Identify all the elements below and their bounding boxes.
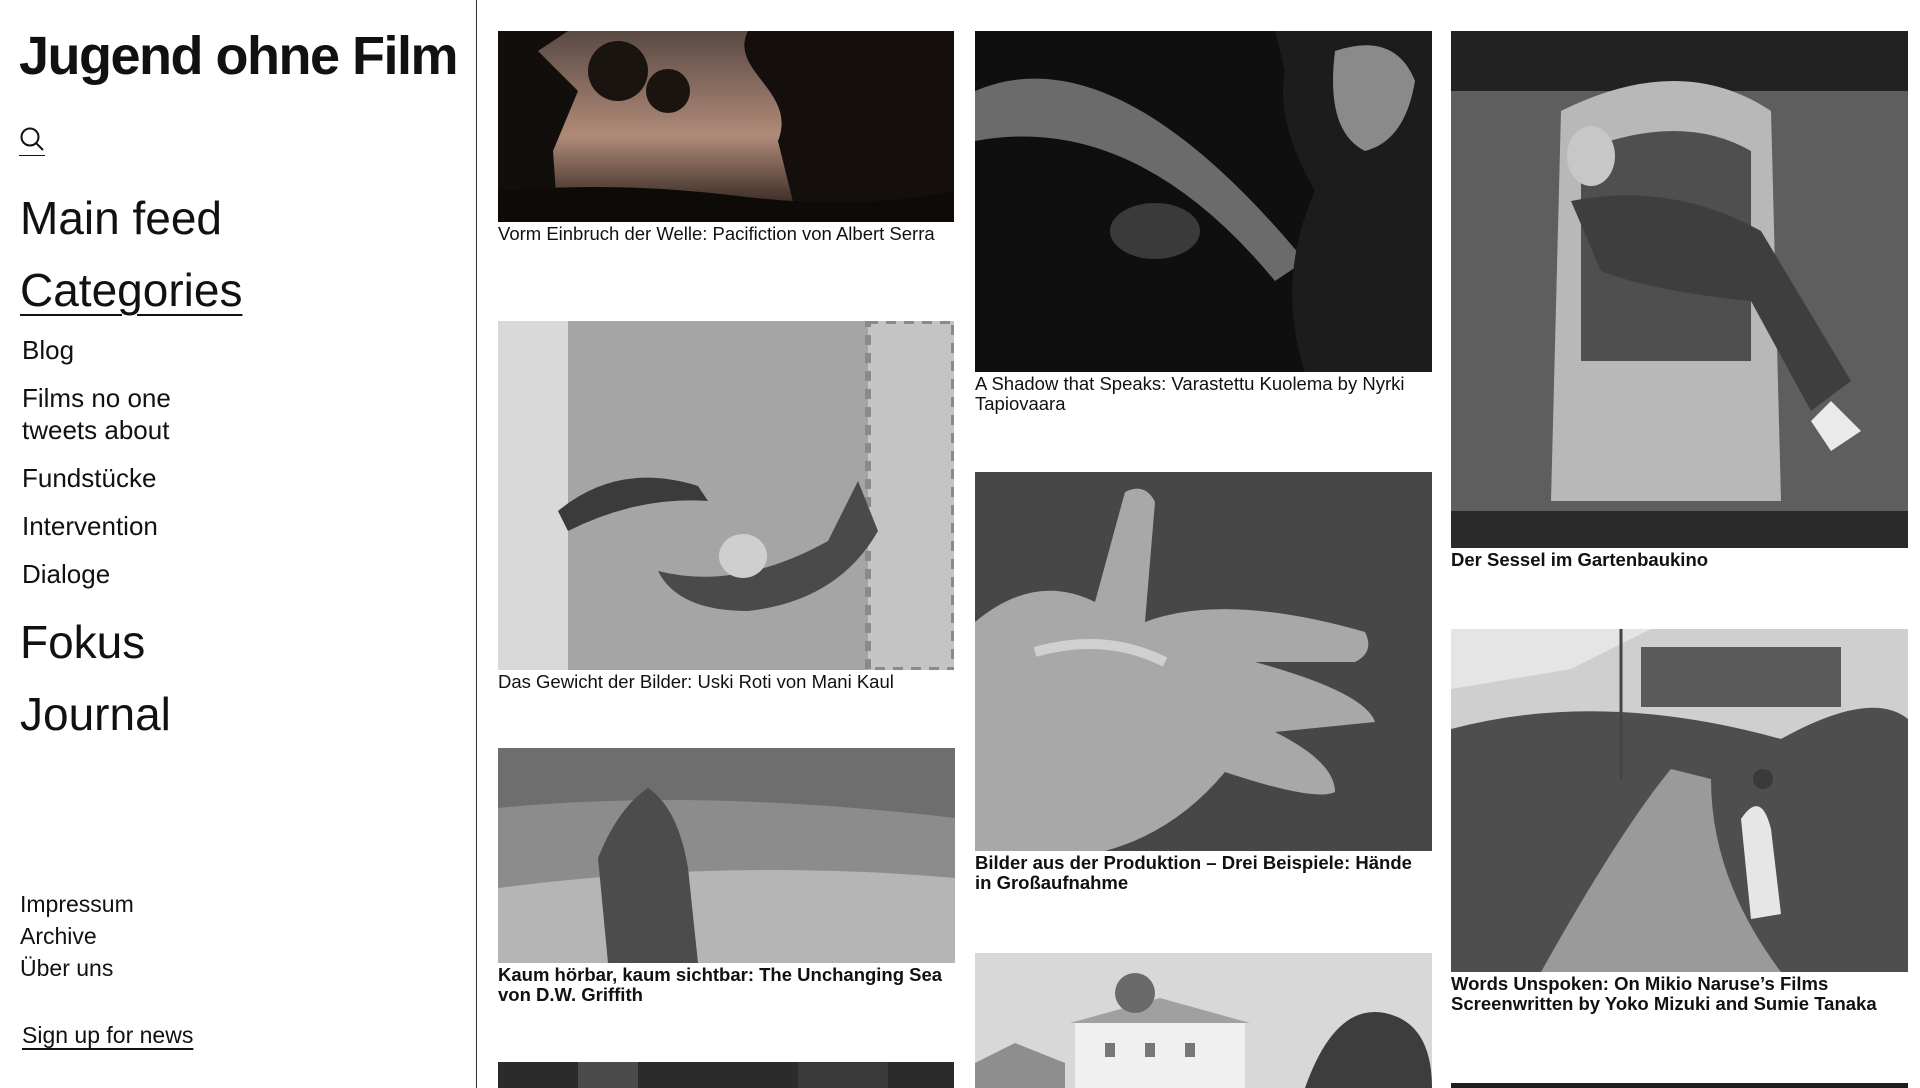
article-card[interactable]: Words Unspoken: On Mikio Naruse’s Films … (1451, 629, 1908, 1014)
sidebar: Jugend ohne Film Main feed Categories Bl… (0, 0, 477, 1088)
article-title[interactable]: A Shadow that Speaks: Varastettu Kuolema… (975, 374, 1432, 414)
category-dialoge[interactable]: Dialoge (22, 558, 242, 590)
main-navigation: Main feed Categories Blog Films no one t… (20, 182, 242, 750)
article-title[interactable]: Der Sessel im Gartenbaukino (1451, 550, 1908, 570)
article-thumbnail (498, 1062, 954, 1088)
article-card[interactable]: Kaum hörbar, kaum sichtbar: The Unchangi… (498, 748, 955, 1005)
article-card[interactable]: Vorm Einbruch der Welle: Pacifiction von… (498, 31, 954, 244)
article-card[interactable] (975, 953, 1432, 1088)
nav-main-feed[interactable]: Main feed (20, 182, 242, 254)
article-thumbnail (1451, 629, 1908, 972)
article-card[interactable] (1451, 1083, 1908, 1088)
footer-links: Impressum Archive Über uns (20, 888, 134, 984)
category-list: Blog Films no one tweets about Fundstück… (22, 334, 242, 590)
article-title[interactable]: Words Unspoken: On Mikio Naruse’s Films … (1451, 974, 1908, 1014)
category-intervention[interactable]: Intervention (22, 510, 242, 542)
footer-link-impressum[interactable]: Impressum (20, 888, 134, 920)
category-blog[interactable]: Blog (22, 334, 242, 366)
search-icon (20, 127, 44, 151)
category-fundstuecke[interactable]: Fundstücke (22, 462, 242, 494)
newsletter-signup-link[interactable]: Sign up for news (22, 1019, 193, 1051)
article-thumbnail (975, 31, 1432, 372)
search-button[interactable] (19, 126, 45, 156)
article-card[interactable]: Das Gewicht der Bilder: Uski Roti von Ma… (498, 321, 954, 692)
main-feed: Vorm Einbruch der Welle: Pacifiction von… (478, 0, 1920, 1088)
article-thumbnail (1451, 31, 1908, 548)
article-title[interactable]: Bilder aus der Produktion – Drei Beispie… (975, 853, 1432, 893)
article-thumbnail (975, 953, 1432, 1088)
article-card[interactable]: Der Sessel im Gartenbaukino (1451, 31, 1908, 570)
category-films-no-one-tweets-about[interactable]: Films no one tweets about (22, 382, 222, 446)
footer-link-archive[interactable]: Archive (20, 920, 134, 952)
article-card[interactable]: Bilder aus der Produktion – Drei Beispie… (975, 472, 1432, 893)
site-title[interactable]: Jugend ohne Film (19, 24, 459, 88)
nav-journal[interactable]: Journal (20, 678, 242, 750)
article-thumbnail (498, 321, 954, 670)
article-thumbnail (498, 748, 955, 963)
article-title[interactable]: Kaum hörbar, kaum sichtbar: The Unchangi… (498, 965, 955, 1005)
article-card[interactable]: A Shadow that Speaks: Varastettu Kuolema… (975, 31, 1432, 414)
article-thumbnail (498, 31, 954, 222)
article-card[interactable] (498, 1062, 954, 1088)
footer-link-ueber-uns[interactable]: Über uns (20, 952, 134, 984)
nav-fokus[interactable]: Fokus (20, 606, 242, 678)
article-title[interactable]: Das Gewicht der Bilder: Uski Roti von Ma… (498, 672, 954, 692)
nav-categories[interactable]: Categories (20, 254, 242, 326)
article-thumbnail (1451, 1083, 1908, 1088)
article-title[interactable]: Vorm Einbruch der Welle: Pacifiction von… (498, 224, 954, 244)
article-thumbnail (975, 472, 1432, 851)
